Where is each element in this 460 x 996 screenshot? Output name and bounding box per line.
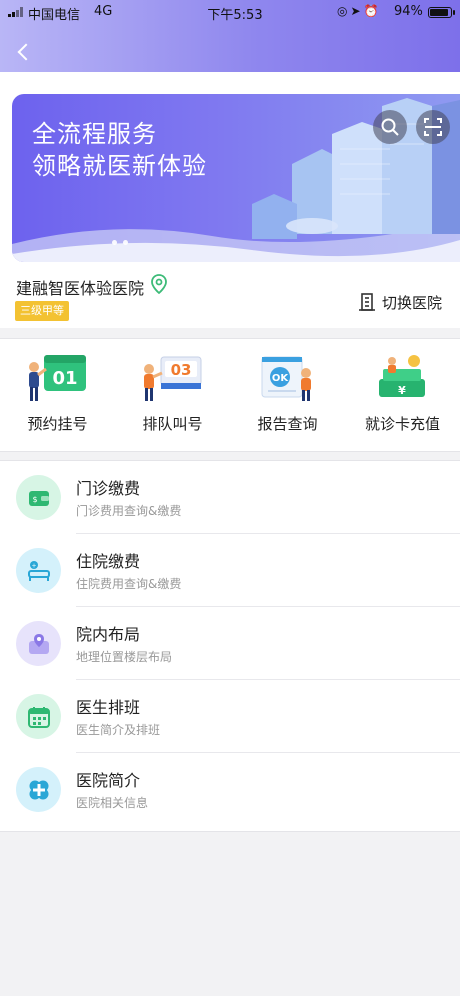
list-item-subtitle: 医院相关信息 <box>76 796 149 810</box>
battery-percent: 94% <box>394 4 423 19</box>
search-icon <box>381 118 399 136</box>
clock: 下午5:53 <box>207 8 263 23</box>
service-inpatient-payment[interactable]: + 住院缴费 住院费用查询&缴费 <box>0 534 460 607</box>
list-item-title: 医院简介 <box>76 771 141 790</box>
quick-action-label: 预约挂号 <box>27 415 88 433</box>
service-icon-bg <box>16 621 61 666</box>
battery-icon <box>428 7 455 18</box>
service-list: $ 门诊缴费 门诊费用查询&缴费 + 住院缴费 住院费用查询&缴费 院内布局 地… <box>0 460 460 832</box>
list-item-subtitle: 住院费用查询&缴费 <box>76 577 182 591</box>
queue-number: 03 <box>171 361 192 379</box>
service-icon-bg: $ <box>16 475 61 520</box>
banner-title: 全流程服务 领略就医新体验 <box>32 118 207 182</box>
quick-action-label: 就诊卡充值 <box>364 415 440 433</box>
service-icon-bg: + <box>16 548 61 593</box>
scan-button[interactable] <box>416 110 450 144</box>
location-pin-icon[interactable] <box>150 274 168 294</box>
list-item-title: 住院缴费 <box>76 552 141 571</box>
quick-action-queue[interactable]: 03 排队叫号 <box>115 339 230 453</box>
list-item-subtitle: 地理位置楼层布局 <box>76 650 173 664</box>
service-outpatient-payment[interactable]: $ 门诊缴费 门诊费用查询&缴费 <box>0 461 460 534</box>
hospital-bed-icon: + <box>28 561 50 581</box>
svg-text:+: + <box>31 563 36 570</box>
svg-text:$: $ <box>32 495 37 504</box>
carousel-dot[interactable] <box>112 240 117 245</box>
list-item-subtitle: 门诊费用查询&缴费 <box>76 504 182 518</box>
hospital-name: 建融智医体验医院 <box>16 279 145 298</box>
quick-action-label: 排队叫号 <box>142 415 203 433</box>
search-button[interactable] <box>373 110 407 144</box>
service-icon-bg <box>16 767 61 812</box>
signal-icon <box>8 7 24 17</box>
list-item-title: 门诊缴费 <box>76 479 141 498</box>
status-bar: 中国电信 4G 下午5:53 ◎➤⏰ 94% <box>0 0 460 24</box>
list-item-title: 院内布局 <box>76 625 141 644</box>
report-ok-label: OK <box>272 373 290 384</box>
card-recharge-icon: ¥ <box>379 355 425 397</box>
report-document-icon: OK <box>261 356 311 401</box>
carousel-dots <box>112 230 134 249</box>
appointment-number: 01 <box>52 368 77 389</box>
service-icon-bg <box>16 694 61 739</box>
status-icons: ◎➤⏰ <box>337 4 382 18</box>
location-arrow-icon: ➤ <box>350 4 364 18</box>
list-item-subtitle: 医生简介及排班 <box>76 723 161 737</box>
scan-icon <box>424 118 442 136</box>
appointment-calendar-icon: 01 <box>29 355 86 401</box>
quick-action-label: 报告查询 <box>257 415 318 433</box>
medical-cross-icon <box>29 780 49 800</box>
orientation-lock-icon: ◎ <box>337 4 351 18</box>
quick-action-card-recharge[interactable]: ¥ 就诊卡充值 <box>345 339 460 453</box>
quick-action-report[interactable]: OK 报告查询 <box>230 339 345 453</box>
banner-title-line-2: 领略就医新体验 <box>32 152 207 180</box>
carrier-name: 中国电信 <box>28 8 81 23</box>
wallet-icon: $ <box>29 491 49 506</box>
quick-actions: 01 预约挂号 03 排队叫号 OK 报告查询 ¥ 就诊卡充值 <box>0 338 460 452</box>
carousel-dot[interactable] <box>123 240 128 245</box>
service-hospital-layout[interactable]: 院内布局 地理位置楼层布局 <box>0 607 460 680</box>
building-icon <box>359 293 375 311</box>
service-doctor-schedule[interactable]: 医生排班 医生简介及排班 <box>0 680 460 753</box>
list-item-title: 医生排班 <box>76 698 141 717</box>
calendar-icon <box>28 707 50 728</box>
switch-hospital-label: 切换医院 <box>382 294 443 312</box>
alarm-icon: ⏰ <box>363 4 382 18</box>
back-button[interactable] <box>14 38 36 66</box>
hospital-level-badge: 三级甲等 <box>15 301 69 321</box>
queue-monitor-icon: 03 <box>144 356 202 401</box>
network-type: 4G <box>94 4 113 19</box>
banner-title-line-1: 全流程服务 <box>32 120 157 148</box>
header-bar: 中国电信 4G 下午5:53 ◎➤⏰ 94% <box>0 0 460 72</box>
recharge-currency: ¥ <box>398 384 406 397</box>
service-hospital-intro[interactable]: 医院简介 医院相关信息 <box>0 753 460 826</box>
hospital-card: 全流程服务 领略就医新体验 建融智医体验医院 三级甲等 切换医院 <box>0 72 460 328</box>
quick-action-appointment[interactable]: 01 预约挂号 <box>0 339 115 453</box>
map-location-icon <box>29 634 49 654</box>
